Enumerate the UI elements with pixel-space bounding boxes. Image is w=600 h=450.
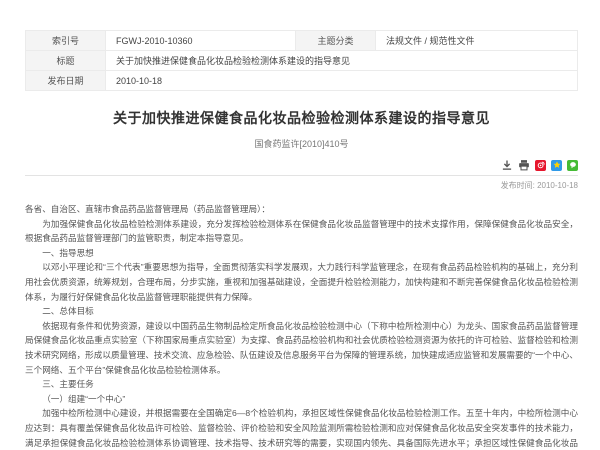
table-row: 索引号 FGWJ-2010-10360 主题分类 法规文件 / 规范性文件: [26, 31, 578, 51]
publish-time: 发布时间: 2010-10-18: [25, 180, 578, 191]
weibo-share-icon[interactable]: [535, 160, 546, 171]
document-meta-table: 索引号 FGWJ-2010-10360 主题分类 法规文件 / 规范性文件 标题…: [25, 30, 578, 91]
section-heading: 一、指导思想: [25, 246, 578, 261]
meta-date-value: 2010-10-18: [106, 71, 578, 91]
paragraph: 依据现有条件和优势资源，建设以中国药品生物制品检定所食品化妆品检验检测中心（下称…: [25, 319, 578, 377]
document-body: 各省、自治区、直辖市食品药品监督管理局（药品监督管理局）： 为加强保健食品化妆品…: [25, 202, 578, 450]
document-page: 索引号 FGWJ-2010-10360 主题分类 法规文件 / 规范性文件 标题…: [0, 0, 600, 450]
meta-title-label: 标题: [26, 51, 106, 71]
section-heading: 三、主要任务: [25, 377, 578, 392]
qzone-share-icon[interactable]: [551, 160, 562, 171]
publish-time-label: 发布时间:: [501, 181, 537, 190]
document-number: 国食药监许[2010]410号: [25, 137, 578, 150]
paragraph: 加强中检所检测中心建设，并根据需要在全国确定6—8个检验机构，承担区域性保健食品…: [25, 406, 578, 450]
section-heading: 二、总体目标: [25, 304, 578, 319]
meta-category-value: 法规文件 / 规范性文件: [376, 31, 578, 51]
wechat-share-icon[interactable]: [567, 160, 578, 171]
meta-index-value: FGWJ-2010-10360: [106, 31, 296, 51]
meta-index-label: 索引号: [26, 31, 106, 51]
table-row: 发布日期 2010-10-18: [26, 71, 578, 91]
subsection-heading: （一）组建“一个中心”: [25, 392, 578, 407]
share-toolbar: [25, 159, 578, 171]
salutation: 各省、自治区、直辖市食品药品监督管理局（药品监督管理局）：: [25, 202, 578, 217]
meta-title-value: 关于加快推进保健食品化妆品检验检测体系建设的指导意见: [106, 51, 578, 71]
divider: [25, 175, 578, 176]
paragraph: 以邓小平理论和“三个代表”重要思想为指导，全面贯彻落实科学发展观，大力践行科学监…: [25, 260, 578, 304]
publish-time-value: 2010-10-18: [537, 181, 578, 190]
meta-category-label: 主题分类: [296, 31, 376, 51]
page-title: 关于加快推进保健食品化妆品检验检测体系建设的指导意见: [25, 108, 578, 128]
print-icon[interactable]: [518, 159, 530, 171]
table-row: 标题 关于加快推进保健食品化妆品检验检测体系建设的指导意见: [26, 51, 578, 71]
meta-date-label: 发布日期: [26, 71, 106, 91]
download-icon[interactable]: [501, 159, 513, 171]
paragraph: 为加强保健食品化妆品检验检测体系建设，充分发挥检验检测体系在保健食品化妆品监督管…: [25, 217, 578, 246]
